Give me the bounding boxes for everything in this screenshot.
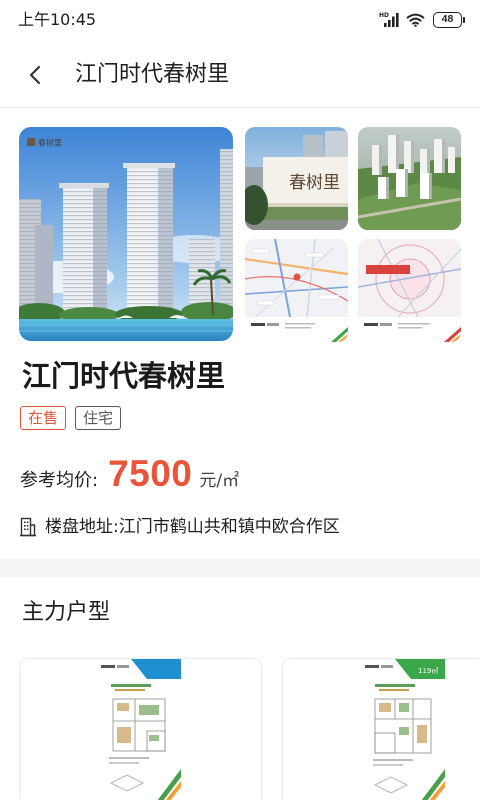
map-footer — [245, 317, 348, 342]
battery-nub — [463, 17, 465, 23]
map-title-band — [366, 265, 410, 274]
project-logo-text: 春树里 — [38, 138, 62, 148]
network-type-label: HD — [379, 12, 389, 19]
address-value: 江门市鹤山共和镇中欧合作区 — [118, 517, 340, 537]
entrance-sign-wall: 春树里 — [263, 157, 348, 207]
gallery-thumb-area-map[interactable] — [358, 239, 461, 342]
wifi-icon — [406, 13, 425, 27]
floor-plans-heading: 主力户型 — [22, 600, 111, 625]
property-type-badge: 住宅 — [75, 406, 121, 430]
gallery-thumb-aerial[interactable] — [358, 127, 461, 230]
address-label: 楼盘地址: — [45, 517, 119, 537]
sign-lettering: 春树里 — [289, 173, 340, 193]
floor-plan-card[interactable]: 119㎡ — [282, 658, 480, 800]
address-row[interactable]: 楼盘地址: 江门市鹤山共和镇中欧合作区 — [20, 514, 340, 540]
section-divider — [0, 559, 480, 577]
battery-icon: 48 — [433, 12, 462, 28]
back-button[interactable] — [18, 56, 52, 94]
location-pin — [293, 273, 301, 281]
floor-plan-card[interactable] — [20, 658, 262, 800]
status-time: 上午10:45 — [18, 10, 97, 29]
building-icon — [20, 517, 36, 537]
status-badge: 在售 — [20, 406, 66, 430]
chevron-left-icon — [29, 65, 41, 85]
project-name: 江门时代春树里 — [22, 359, 226, 393]
project-logo: 春树里 — [27, 138, 62, 148]
status-bar: 上午10:45 HD 48 — [0, 0, 480, 40]
price-unit: 元/㎡ — [199, 471, 240, 491]
floor-plan-image: 119㎡ — [361, 659, 445, 800]
price-row: 参考均价: 7500 元/㎡ — [20, 453, 239, 499]
header-divider — [0, 107, 480, 108]
page-title: 江门时代春树里 — [75, 62, 230, 87]
gallery-thumb-sign[interactable]: 春树里 — [245, 127, 348, 230]
signal-bars-icon: HD — [379, 12, 399, 27]
gallery-main-image[interactable]: 春树里 — [19, 127, 233, 341]
gallery-thumb-location-map[interactable] — [245, 239, 348, 342]
floor-plan-image — [97, 659, 181, 800]
swimming-pool — [19, 319, 233, 341]
map-footer — [358, 317, 461, 342]
area-badge-text: 119㎡ — [418, 667, 438, 675]
price-value: 7500 — [108, 453, 193, 494]
price-label: 参考均价: — [20, 470, 99, 491]
